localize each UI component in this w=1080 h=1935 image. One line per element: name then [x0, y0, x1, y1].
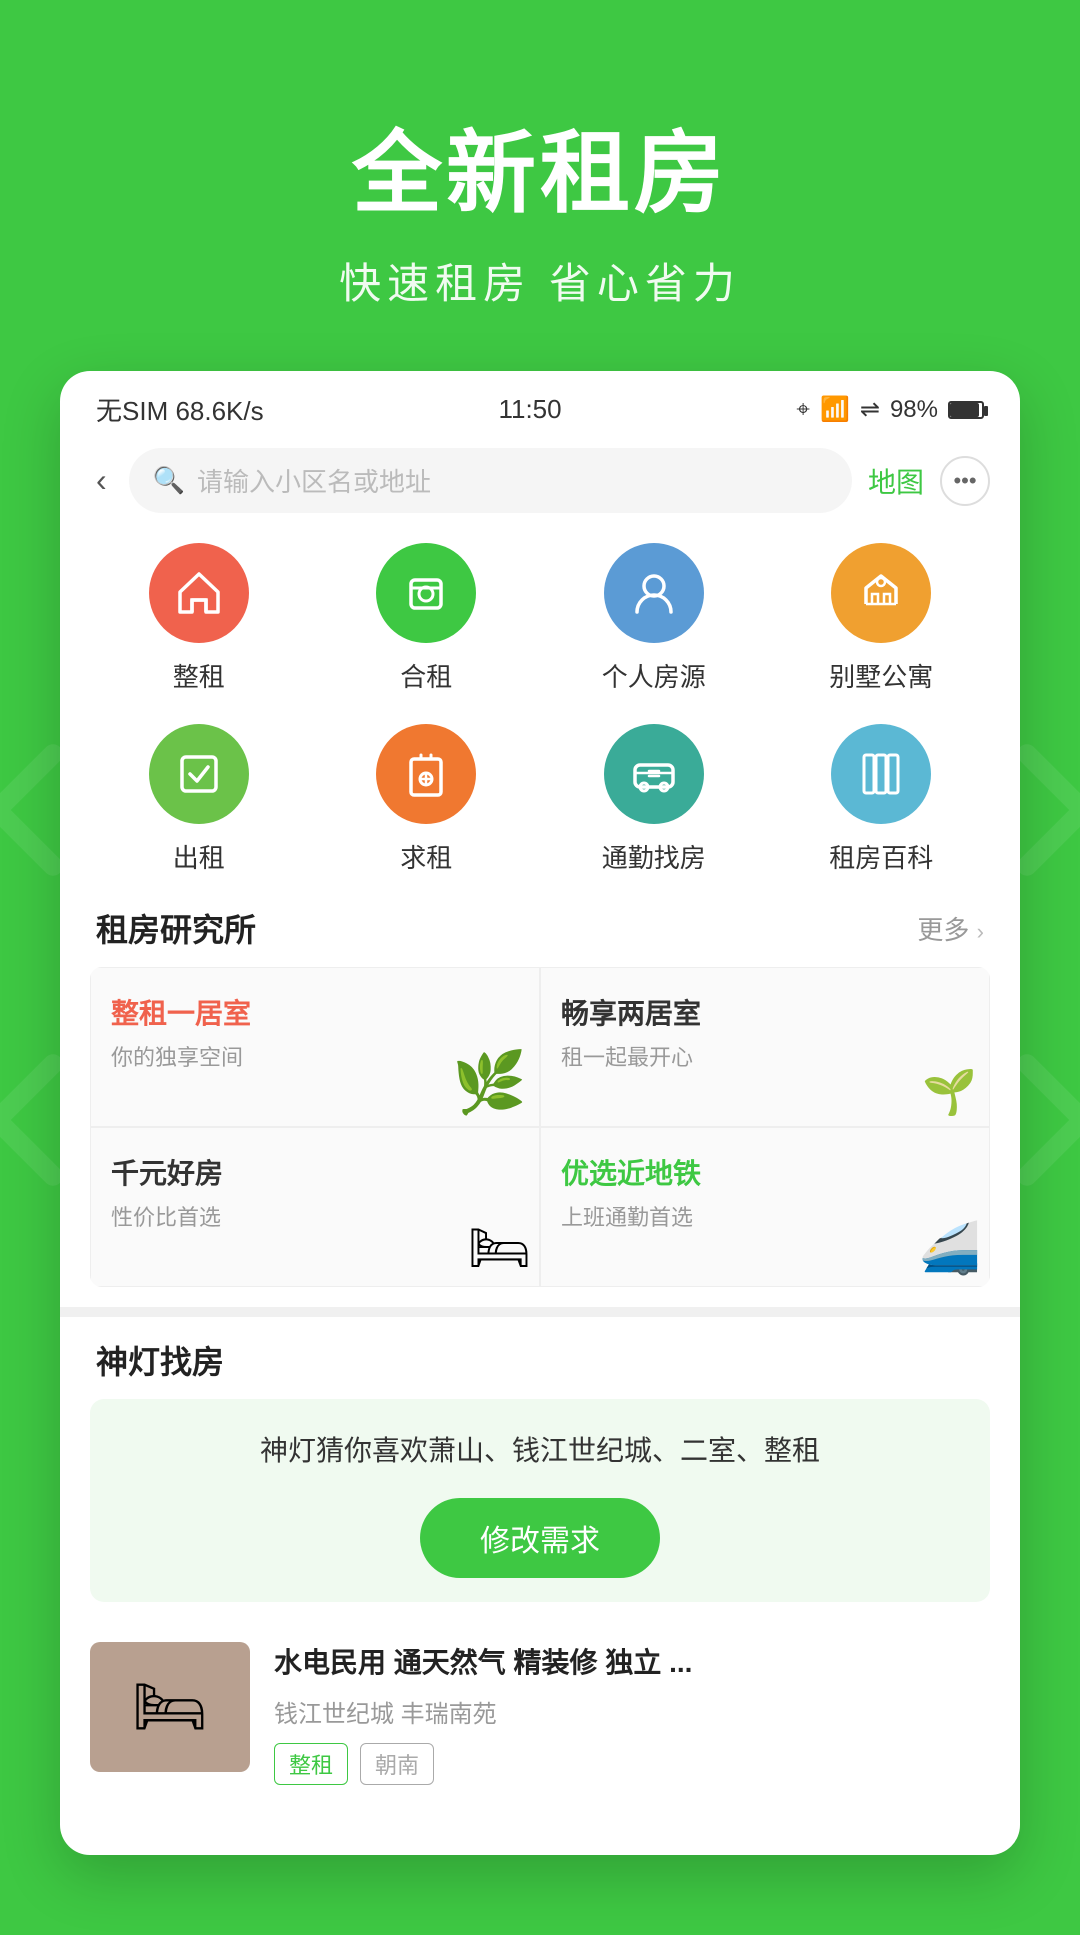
shendeng-title: 神灯找房: [96, 1337, 224, 1383]
status-time: 11:50: [498, 394, 561, 425]
chuzu-icon: [149, 724, 249, 824]
main-subtitle: 快速租房 省心省力: [0, 250, 1080, 311]
research-cell-3[interactable]: 优选近地铁 上班通勤首选 🚄: [540, 1127, 990, 1287]
research-cell-2-title: 千元好房: [111, 1152, 519, 1192]
bieshu-icon: [831, 543, 931, 643]
back-button[interactable]: ‹: [90, 456, 113, 505]
zhenzu-icon: [149, 543, 249, 643]
research-cell-3-subtitle: 上班通勤首选: [561, 1200, 969, 1232]
status-icons: ⌖ 📶 ⇌ 98%: [796, 395, 984, 424]
category-hezu[interactable]: 合租: [318, 543, 536, 694]
chuzu-label: 出租: [173, 838, 225, 875]
listing-info: 水电民用 通天然气 精装修 独立 ... 钱江世纪城 丰瑞南苑 整租 朝南: [274, 1642, 990, 1785]
category-chuzu[interactable]: 出租: [90, 724, 308, 875]
bluetooth-icon: ⌖: [796, 396, 810, 424]
qiuzu-label: 求租: [400, 838, 452, 875]
metro-icon: 🚄: [919, 1219, 981, 1278]
header-section: 全新租房 快速租房 省心省力: [0, 0, 1080, 371]
bed-icon: 🛏: [468, 1219, 531, 1278]
shendeng-box: 神灯猜你喜欢萧山、钱江世纪城、二室、整租 修改需求: [90, 1399, 990, 1602]
shendeng-section-header: 神灯找房: [60, 1327, 1020, 1399]
status-carrier: 无SIM 68.6K/s: [96, 391, 264, 428]
baike-label: 租房百科: [829, 838, 933, 875]
research-cell-2[interactable]: 千元好房 性价比首选 🛏: [90, 1127, 540, 1287]
category-qiuzu[interactable]: 求租: [318, 724, 536, 875]
shendeng-guess-text: 神灯猜你喜欢萧山、钱江世纪城、二室、整租: [114, 1429, 966, 1474]
bieshu-label: 别墅公寓: [829, 657, 933, 694]
category-zhenzu[interactable]: 整租: [90, 543, 308, 694]
more-button[interactable]: •••: [940, 456, 990, 506]
qiuzu-icon: [376, 724, 476, 824]
listing-tag-0: 整租: [274, 1743, 348, 1785]
research-cell-1[interactable]: 畅享两居室 租一起最开心 🌱: [540, 967, 990, 1127]
status-bar: 无SIM 68.6K/s 11:50 ⌖ 📶 ⇌ 98%: [60, 371, 1020, 438]
research-cell-1-subtitle: 租一起最开心: [561, 1040, 969, 1072]
research-grid: 整租一居室 你的独享空间 🌿 畅享两居室 租一起最开心 🌱 千元好房 性价比首选…: [90, 967, 990, 1287]
battery-icon: [948, 401, 984, 419]
geren-icon: [604, 543, 704, 643]
hezu-label: 合租: [400, 657, 452, 694]
search-icon: 🔍: [153, 465, 185, 496]
zhenzu-label: 整租: [173, 657, 225, 694]
phone-card: 无SIM 68.6K/s 11:50 ⌖ 📶 ⇌ 98% ‹ 🔍 请输入小区名或…: [60, 371, 1020, 1855]
research-cell-0[interactable]: 整租一居室 你的独享空间 🌿: [90, 967, 540, 1127]
search-bar: ‹ 🔍 请输入小区名或地址 地图 •••: [60, 438, 1020, 533]
listing-tag-1: 朝南: [360, 1743, 434, 1785]
research-cell-3-title: 优选近地铁: [561, 1152, 969, 1192]
research-section-header: 租房研究所 更多 ›: [60, 895, 1020, 967]
baike-icon: [831, 724, 931, 824]
research-more-button[interactable]: 更多 ›: [917, 910, 984, 947]
research-cell-0-title: 整租一居室: [111, 992, 519, 1032]
small-plant-icon: 🌱: [922, 1066, 977, 1118]
research-title: 租房研究所: [96, 905, 256, 951]
research-cell-2-subtitle: 性价比首选: [111, 1200, 519, 1232]
page-bottom-space: [0, 1855, 1080, 1935]
search-placeholder: 请输入小区名或地址: [197, 462, 431, 499]
listing-card[interactable]: 🛏 水电民用 通天然气 精装修 独立 ... 钱江世纪城 丰瑞南苑 整租 朝南: [60, 1622, 1020, 1815]
chevron-right-icon: ›: [977, 919, 984, 944]
category-baike[interactable]: 租房百科: [773, 724, 991, 875]
listing-tags: 整租 朝南: [274, 1743, 990, 1785]
category-geren[interactable]: 个人房源: [545, 543, 763, 694]
map-button[interactable]: 地图: [868, 461, 924, 501]
signal-icon: 📶: [820, 395, 850, 424]
battery-label: 98%: [890, 396, 938, 424]
modify-requirements-button[interactable]: 修改需求: [420, 1498, 660, 1578]
geren-label: 个人房源: [602, 657, 706, 694]
bottom-spacer: [60, 1815, 1020, 1855]
search-input-wrap[interactable]: 🔍 请输入小区名或地址: [129, 448, 852, 513]
category-bieshu[interactable]: 别墅公寓: [773, 543, 991, 694]
hezu-icon: [376, 543, 476, 643]
listing-title: 水电民用 通天然气 精装修 独立 ...: [274, 1642, 990, 1684]
main-title: 全新租房: [0, 100, 1080, 230]
listing-thumbnail: 🛏: [90, 1642, 250, 1772]
listing-location: 钱江世纪城 丰瑞南苑: [274, 1694, 990, 1729]
tongqin-label: 通勤找房: [602, 838, 706, 875]
category-tongqin[interactable]: 通勤找房: [545, 724, 763, 875]
section-divider: [60, 1307, 1020, 1317]
category-grid: 整租 合租 个人房源: [60, 533, 1020, 895]
research-cell-1-title: 畅享两居室: [561, 992, 969, 1032]
wifi-icon: ⇌: [860, 395, 880, 424]
plant-icon: 🌿: [452, 1047, 527, 1118]
tongqin-icon: [604, 724, 704, 824]
